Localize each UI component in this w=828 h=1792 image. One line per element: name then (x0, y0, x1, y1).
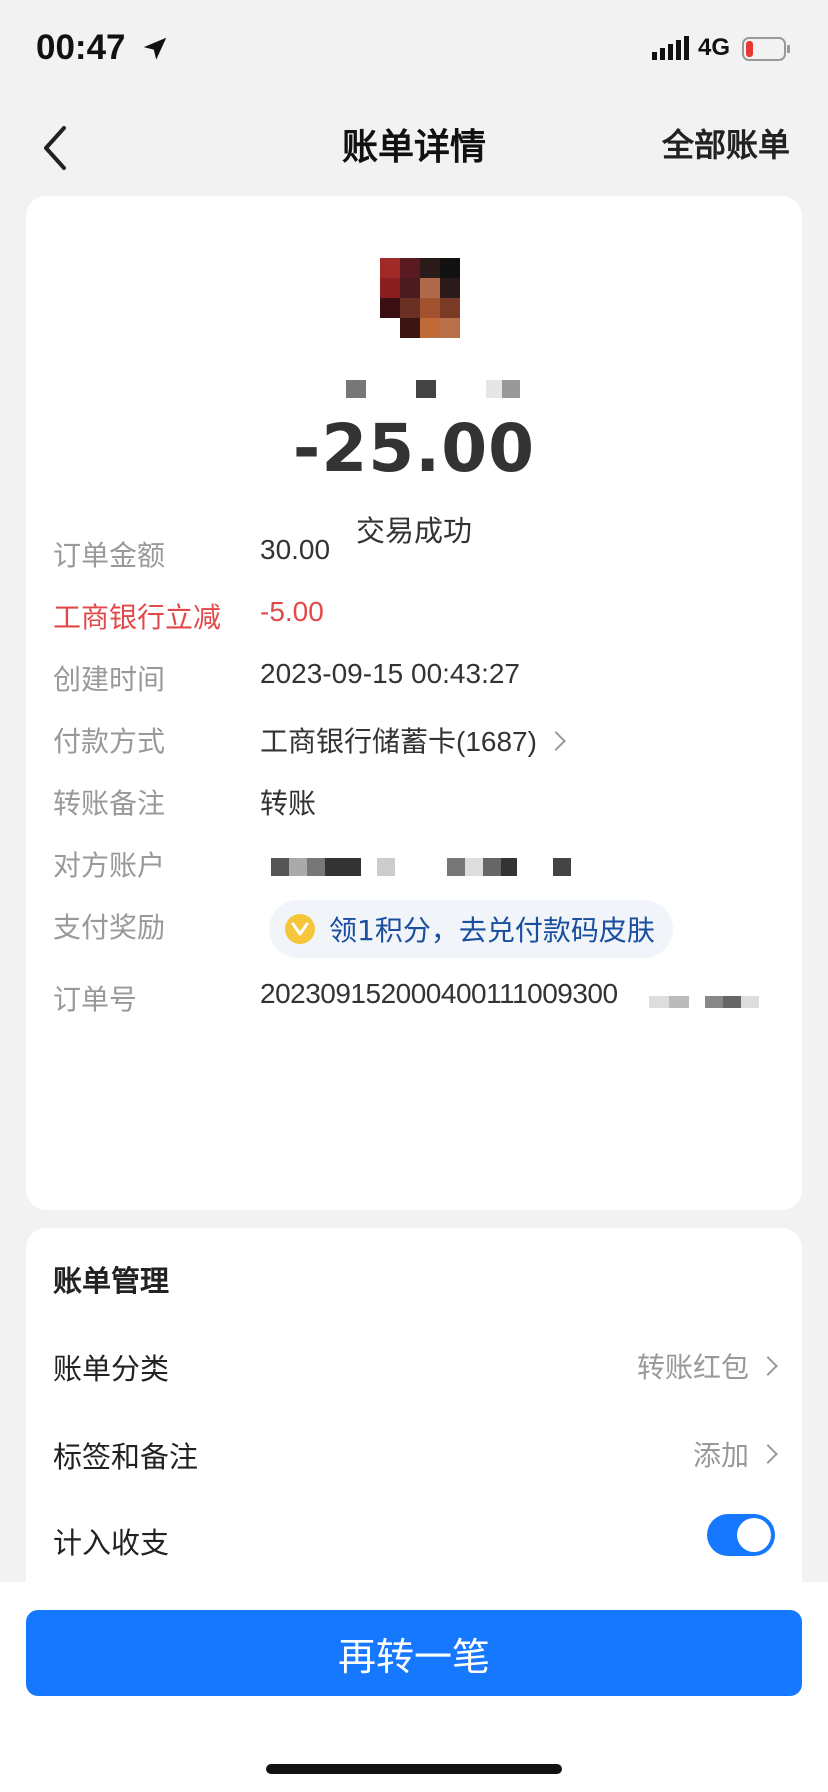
detail-label: 支付奖励 (53, 911, 166, 944)
chevron-right-icon (546, 730, 566, 751)
transaction-card: -25.00 交易成功 订单金额 30.00 工商银行立减 -5.00 创建时间… (26, 196, 802, 1210)
include-in-stats-row: 计入收支 (53, 1514, 775, 1566)
add-tags-link[interactable]: 添加 (692, 1434, 778, 1474)
detail-label: 对方账户 (53, 849, 166, 882)
detail-label: 创建时间 (53, 663, 166, 696)
detail-row-discount: 工商银行立减 -5.00 (53, 596, 793, 640)
row-value: 添加 (692, 1439, 749, 1472)
detail-row-counterparty: 对方账户 (53, 844, 793, 888)
row-label: 标签和备注 (53, 1440, 199, 1474)
detail-row-created-time: 创建时间 2023-09-15 00:43:27 (53, 658, 793, 702)
all-bills-link[interactable]: 全部账单 (662, 120, 790, 166)
transfer-again-button[interactable]: 再转一笔 (26, 1610, 802, 1696)
detail-row-reward: 支付奖励 领1积分，去兑付款码皮肤 (53, 900, 793, 958)
bill-category-row[interactable]: 账单分类 转账红包 (53, 1346, 778, 1392)
chevron-right-icon (758, 1444, 778, 1464)
network-type: 4G (698, 34, 731, 61)
detail-value: 工商银行储蓄卡(1687) (260, 726, 537, 757)
detail-label: 工商银行立减 (53, 601, 222, 634)
status-bar: 00:47 4G (0, 0, 828, 100)
detail-row-remark: 转账备注 转账 (53, 782, 793, 826)
avatar (380, 258, 460, 338)
coin-icon (285, 914, 315, 944)
section-title: 账单管理 (53, 1264, 170, 1298)
row-label: 账单分类 (53, 1352, 170, 1386)
reward-pill[interactable]: 领1积分，去兑付款码皮肤 (269, 900, 673, 958)
detail-label: 订单金额 (53, 539, 166, 572)
transaction-amount: -25.00 (292, 410, 536, 487)
row-label: 计入收支 (53, 1526, 170, 1560)
nav-bar: 账单详情 全部账单 (0, 100, 828, 200)
location-arrow-icon (143, 37, 167, 60)
detail-row-order-number: 订单号 202309152000400111009300 (53, 978, 793, 1022)
detail-label: 转账备注 (53, 787, 166, 820)
detail-value: 2023-09-15 00:43:27 (260, 658, 520, 689)
detail-row-order-amount: 订单金额 30.00 (53, 534, 793, 578)
counterparty-mosaic (271, 858, 571, 876)
detail-value: 202309152000400111009300 (260, 978, 618, 1009)
detail-value: -5.00 (260, 596, 324, 627)
status-time: 00:47 (36, 28, 126, 67)
signal-icon (652, 36, 689, 60)
battery-icon (742, 37, 790, 61)
bottom-action-bar: 再转一笔 (0, 1582, 828, 1792)
payee-name-mosaic (346, 380, 520, 398)
category-value-link[interactable]: 转账红包 (636, 1346, 778, 1386)
detail-label: 付款方式 (53, 725, 166, 758)
toggle-knob (737, 1518, 771, 1552)
home-indicator (266, 1764, 562, 1774)
detail-label: 订单号 (53, 983, 138, 1016)
include-in-stats-toggle[interactable] (707, 1514, 775, 1556)
reward-text: 领1积分，去兑付款码皮肤 (329, 914, 655, 947)
chevron-right-icon (758, 1356, 778, 1376)
detail-value: 转账 (260, 788, 317, 819)
detail-value: 30.00 (260, 534, 331, 565)
tags-notes-row[interactable]: 标签和备注 添加 (53, 1434, 778, 1480)
order-number-mosaic (649, 996, 759, 1008)
row-value: 转账红包 (636, 1351, 749, 1384)
detail-row-payment-method[interactable]: 付款方式 工商银行储蓄卡(1687) (53, 720, 793, 764)
payment-method-link[interactable]: 工商银行储蓄卡(1687) (260, 720, 566, 760)
